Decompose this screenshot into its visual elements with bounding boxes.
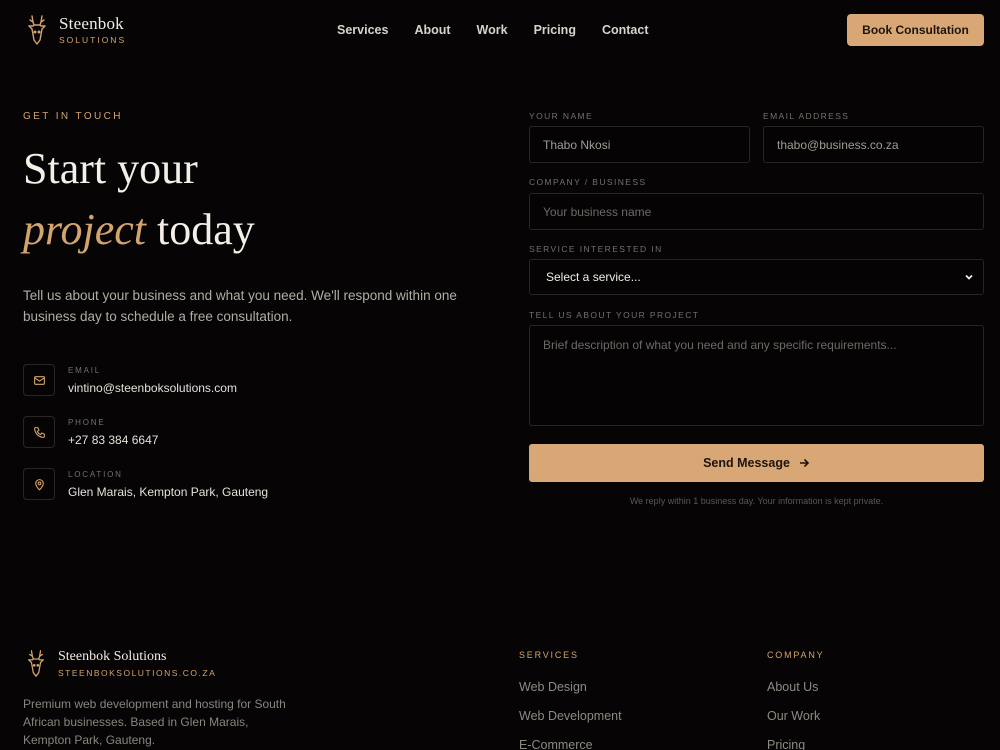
main-nav: Services About Work Pricing Contact bbox=[337, 23, 648, 37]
nav-item-about[interactable]: About bbox=[414, 23, 450, 37]
footer-services-heading: SERVICES bbox=[519, 650, 579, 660]
phone-icon bbox=[33, 426, 45, 438]
nav-item-contact[interactable]: Contact bbox=[602, 23, 649, 37]
brand-subtitle: SOLUTIONS bbox=[59, 35, 127, 45]
project-label: TELL US ABOUT YOUR PROJECT bbox=[529, 310, 700, 320]
mail-icon-box bbox=[23, 364, 55, 396]
footer-company-heading: COMPANY bbox=[767, 650, 825, 660]
contact-label: LOCATION bbox=[68, 469, 123, 479]
footer-link-pricing[interactable]: Pricing bbox=[767, 737, 820, 750]
intro-paragraph: Tell us about your business and what you… bbox=[23, 288, 457, 324]
chevron-down-icon bbox=[965, 274, 973, 280]
footer-company-links: About Us Our Work Pricing bbox=[767, 679, 820, 750]
send-message-label: Send Message bbox=[703, 456, 790, 470]
email-field[interactable]: thabo@business.co.za bbox=[763, 126, 984, 163]
arrow-right-icon bbox=[799, 458, 810, 468]
contact-location: LOCATION Glen Marais, Kempton Park, Gaut… bbox=[23, 468, 268, 500]
contact-value[interactable]: vintino@steenboksolutions.com bbox=[68, 381, 237, 395]
brand-name[interactable]: Steenbok bbox=[59, 14, 124, 34]
contact-label: EMAIL bbox=[68, 365, 102, 375]
contact-email: EMAIL vintino@steenboksolutions.com bbox=[23, 364, 237, 396]
contact-label: PHONE bbox=[68, 417, 106, 427]
headline-accent: project bbox=[23, 205, 146, 254]
steenbok-logo-icon bbox=[28, 15, 46, 45]
company-field[interactable]: Your business name bbox=[529, 193, 984, 230]
service-select[interactable]: Select a service... bbox=[529, 259, 984, 295]
project-textarea[interactable]: Brief description of what you need and a… bbox=[529, 325, 984, 426]
service-selected-value: Select a service... bbox=[546, 270, 641, 284]
page-headline: Start your project today bbox=[23, 138, 255, 260]
headline-line-1: Start your bbox=[23, 144, 198, 193]
headline-rest: today bbox=[146, 205, 255, 254]
mail-icon bbox=[33, 375, 45, 385]
footer-description: Premium web development and hosting for … bbox=[23, 697, 286, 747]
footer-link-our-work[interactable]: Our Work bbox=[767, 708, 820, 724]
service-label: SERVICE INTERESTED IN bbox=[529, 244, 663, 254]
name-label: YOUR NAME bbox=[529, 111, 594, 121]
footer-services-links: Web Design Web Development E-Commerce bbox=[519, 679, 622, 750]
footer-link-web-design[interactable]: Web Design bbox=[519, 679, 622, 695]
footer-link-ecommerce[interactable]: E-Commerce bbox=[519, 737, 622, 750]
contact-value[interactable]: +27 83 384 6647 bbox=[68, 433, 158, 447]
location-pin-icon bbox=[34, 478, 44, 491]
nav-item-pricing[interactable]: Pricing bbox=[534, 23, 576, 37]
company-label: COMPANY / BUSINESS bbox=[529, 177, 647, 187]
send-message-button[interactable]: Send Message bbox=[529, 444, 984, 482]
name-field[interactable]: Thabo Nkosi bbox=[529, 126, 750, 163]
footer-link-web-development[interactable]: Web Development bbox=[519, 708, 622, 724]
nav-item-work[interactable]: Work bbox=[477, 23, 508, 37]
form-privacy-note: We reply within 1 business day. Your inf… bbox=[629, 496, 884, 506]
footer-logo-icon bbox=[28, 650, 44, 677]
contact-value: Glen Marais, Kempton Park, Gauteng bbox=[68, 484, 269, 499]
nav-item-services[interactable]: Services bbox=[337, 23, 388, 37]
footer-domain: STEENBOKSOLUTIONS.CO.ZA bbox=[58, 668, 217, 678]
contact-phone: PHONE +27 83 384 6647 bbox=[23, 416, 158, 448]
footer-brand-name: Steenbok Solutions bbox=[58, 649, 167, 664]
headline-line-2: project today bbox=[23, 199, 255, 260]
email-label: EMAIL ADDRESS bbox=[763, 111, 850, 121]
phone-icon-box bbox=[23, 416, 55, 448]
section-eyebrow: GET IN TOUCH bbox=[23, 111, 123, 122]
book-consultation-button[interactable]: Book Consultation bbox=[847, 14, 984, 46]
footer-link-about-us[interactable]: About Us bbox=[767, 679, 820, 695]
location-icon-box bbox=[23, 468, 55, 500]
